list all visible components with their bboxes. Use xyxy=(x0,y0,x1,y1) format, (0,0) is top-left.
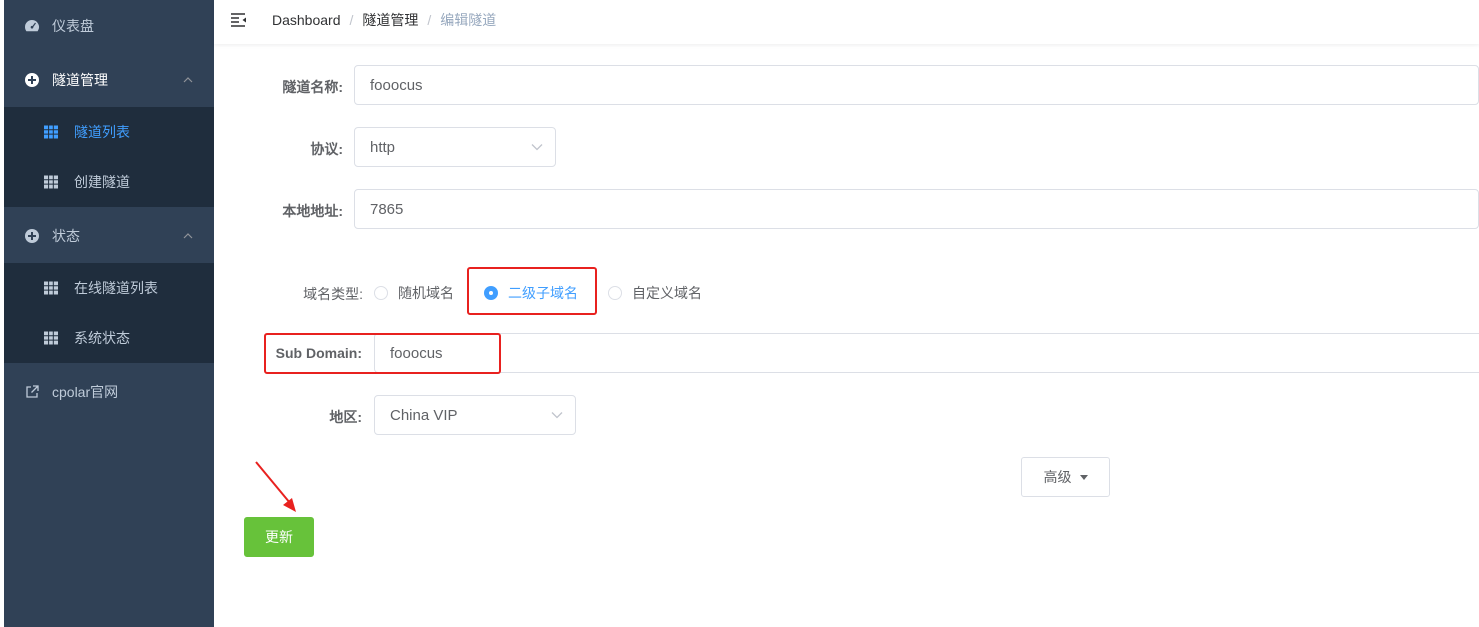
chevron-down-icon xyxy=(531,144,543,151)
sidebar-item-tunnel-list-label: 隧道列表 xyxy=(74,124,130,140)
dashboard-icon xyxy=(25,20,39,32)
menu-dashboard-label: 仪表盘 xyxy=(52,18,94,34)
submenu-status: 在线隧道列表 系统状态 xyxy=(4,263,214,363)
radio-random-domain[interactable]: 随机域名 xyxy=(374,283,454,303)
subdomain-input[interactable]: fooocus xyxy=(374,333,1479,373)
protocol-label: 协议: xyxy=(310,141,343,157)
table-icon xyxy=(44,175,58,189)
sidebar-item-online-tunnels[interactable]: 在线隧道列表 xyxy=(4,263,214,313)
sidebar-item-tunnel-list[interactable]: 隧道列表 xyxy=(4,107,214,157)
table-icon xyxy=(44,331,58,345)
local-address-value: 7865 xyxy=(370,200,404,218)
table-icon xyxy=(44,125,58,139)
menu-cpolar-site-label: cpolar官网 xyxy=(52,384,119,400)
local-address-label: 本地地址: xyxy=(282,203,343,219)
protocol-value: http xyxy=(370,138,396,156)
menu-tunnel-management[interactable]: 隧道管理 xyxy=(4,54,214,106)
radio-subdomain[interactable]: 二级子域名 xyxy=(484,283,578,303)
update-button[interactable]: 更新 xyxy=(244,517,314,557)
breadcrumb-dashboard[interactable]: Dashboard xyxy=(272,12,341,28)
tunnel-name-input[interactable]: fooocus xyxy=(354,65,1479,105)
sidebar-item-create-tunnel-label: 创建隧道 xyxy=(74,174,130,190)
sidebar-item-create-tunnel[interactable]: 创建隧道 xyxy=(4,157,214,207)
caret-down-icon xyxy=(1079,474,1088,480)
sidebar: 仪表盘 隧道管理 隧道列表 创建隧道 状态 在线隧道列表 系统状态 cpolar… xyxy=(4,0,214,627)
advanced-button-label: 高级 xyxy=(1043,469,1072,485)
radio-custom-domain[interactable]: 自定义域名 xyxy=(608,283,702,303)
radio-circle xyxy=(374,286,388,300)
circle-plus-icon xyxy=(25,73,39,87)
radio-subdomain-label: 二级子域名 xyxy=(508,285,578,301)
chevron-up-icon xyxy=(183,77,193,83)
menu-status-label: 状态 xyxy=(52,228,80,244)
domain-type-label: 域名类型: xyxy=(303,286,363,302)
subdomain-value: fooocus xyxy=(390,344,443,362)
submenu-tunnels: 隧道列表 创建隧道 xyxy=(4,107,214,207)
sidebar-item-system-status[interactable]: 系统状态 xyxy=(4,313,214,363)
sidebar-item-online-tunnels-label: 在线隧道列表 xyxy=(74,280,158,296)
navbar: Dashboard / 隧道管理 / 编辑隧道 xyxy=(214,0,1479,44)
tunnel-name-value: fooocus xyxy=(370,76,423,94)
tunnel-name-label: 隧道名称: xyxy=(282,79,343,95)
red-arrow-annotation-icon xyxy=(255,461,296,512)
update-button-label: 更新 xyxy=(265,529,293,545)
region-select[interactable]: China VIP xyxy=(374,395,576,435)
radio-random-domain-label: 随机域名 xyxy=(398,285,454,301)
protocol-select[interactable]: http xyxy=(354,127,556,167)
menu-tunnel-management-label: 隧道管理 xyxy=(52,72,108,88)
radio-circle xyxy=(608,286,622,300)
sidebar-item-system-status-label: 系统状态 xyxy=(74,330,130,346)
breadcrumb-tunnel-management[interactable]: 隧道管理 xyxy=(362,10,418,30)
external-link-icon xyxy=(26,385,39,398)
menu-status[interactable]: 状态 xyxy=(4,210,214,262)
local-address-input[interactable]: 7865 xyxy=(354,189,1479,229)
chevron-down-icon xyxy=(551,412,563,419)
radio-custom-domain-label: 自定义域名 xyxy=(632,285,702,301)
breadcrumb-edit-tunnel: 编辑隧道 xyxy=(440,12,497,28)
breadcrumb-separator: / xyxy=(427,12,432,28)
hamburger-icon[interactable] xyxy=(230,11,248,29)
radio-circle-checked xyxy=(484,286,498,300)
chevron-up-icon xyxy=(183,233,193,239)
menu-cpolar-site[interactable]: cpolar官网 xyxy=(4,366,214,418)
table-icon xyxy=(44,281,58,295)
breadcrumb: Dashboard / 隧道管理 / 编辑隧道 xyxy=(272,0,496,40)
subdomain-label: Sub Domain: xyxy=(275,345,362,361)
breadcrumb-separator: / xyxy=(349,12,354,28)
advanced-button[interactable]: 高级 xyxy=(1021,457,1110,497)
region-value: China VIP xyxy=(390,406,458,424)
menu-dashboard[interactable]: 仪表盘 xyxy=(4,0,214,52)
circle-plus-icon xyxy=(25,229,39,243)
region-label: 地区: xyxy=(329,409,362,425)
